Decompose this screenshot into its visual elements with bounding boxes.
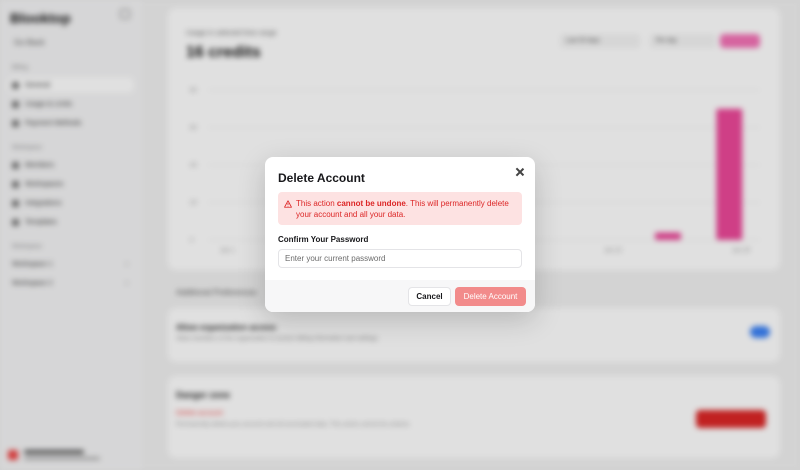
alert-text-prefix: This action [296,199,337,208]
cancel-button[interactable]: Cancel [408,287,451,306]
modal-title: Delete Account [278,171,365,185]
alert-text-strong: cannot be undone [336,199,406,208]
password-input[interactable] [278,249,522,268]
password-label: Confirm Your Password [278,235,369,244]
warning-alert: This action cannot be undone. This will … [278,192,522,225]
modal-footer: Cancel Delete Account [265,280,535,312]
close-icon[interactable] [514,166,526,178]
delete-account-button[interactable]: Delete Account [455,287,526,306]
warning-triangle-icon [284,200,292,208]
delete-account-modal: Delete Account This action cannot be und… [265,157,535,312]
